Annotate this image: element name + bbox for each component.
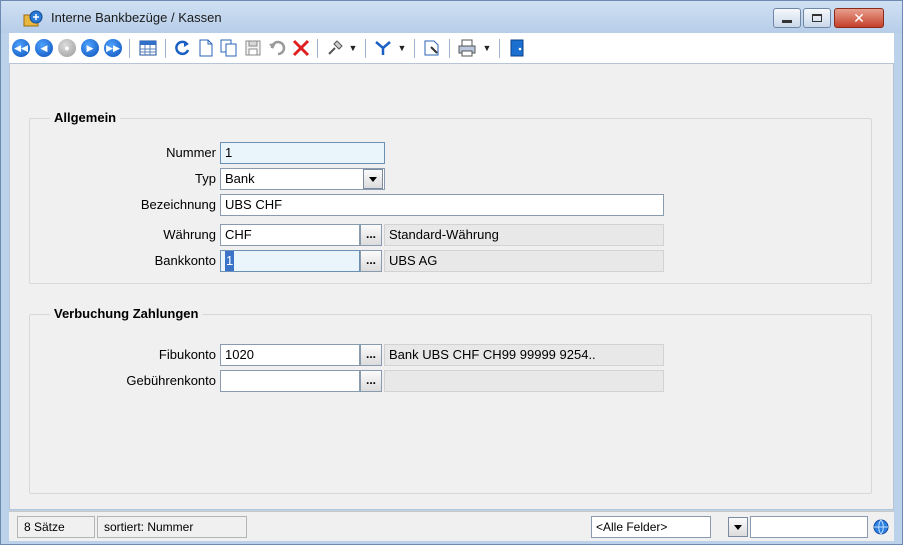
gebuehrenkonto-description [384,370,664,392]
search-button[interactable] [422,38,442,58]
chevron-down-icon: ▼ [482,43,492,53]
bezeichnung-label: Bezeichnung [140,197,216,212]
bankkonto-lookup-button[interactable]: ... [360,250,382,272]
delete-icon [292,39,310,57]
waehrung-label: Währung [163,227,216,242]
typ-dropdown-button[interactable] [363,169,383,189]
undo-icon [269,40,286,56]
previous-record-button[interactable]: ◀ [35,39,53,57]
minimize-icon [782,19,792,23]
bankkonto-label: Bankkonto [154,253,216,268]
sort-status: sortiert: Nummer [97,516,247,538]
next-record-button[interactable]: ▶ [81,39,99,57]
nummer-field[interactable]: 1 [220,142,385,164]
toolbar-separator [365,39,366,58]
print-icon [458,39,476,57]
gebuehrenkonto-lookup-button[interactable]: ... [360,370,382,392]
status-bar: 8 Sätze sortiert: Nummer <Alle Felder> [9,511,894,541]
waehrung-field[interactable]: CHF [220,224,360,246]
toolbar-separator [129,39,130,58]
field-filter-select[interactable]: <Alle Felder> [591,516,711,538]
neutral-record-button[interactable]: ● [58,39,76,57]
filter-icon [375,41,391,55]
minimize-button[interactable] [773,8,801,28]
delete-button[interactable] [290,38,312,58]
table-view-button[interactable] [137,38,159,58]
chevron-down-icon: ▼ [348,43,358,53]
field-filter-dropdown-button[interactable] [728,517,748,537]
close-icon: ✕ [853,10,865,26]
toolbar-separator [317,39,318,58]
filter-button[interactable] [373,38,393,58]
last-record-icon: ▶▶ [106,42,120,53]
table-view-icon [139,40,157,56]
waehrung-description: Standard-Währung [384,224,664,246]
fibukonto-field[interactable]: 1020 [220,344,360,366]
print-dropdown[interactable]: ▼ [480,38,494,58]
chevron-down-icon [369,176,377,182]
chevron-down-icon: ▼ [397,43,407,53]
pin-icon [328,40,343,55]
search-icon [424,40,439,56]
window: Interne Bankbezüge / Kassen ✕ ◀◀ ◀ ● ▶ ▶… [0,0,903,545]
group-verbuchung: Verbuchung Zahlungen [29,306,872,494]
window-title: Interne Bankbezüge / Kassen [51,10,222,25]
pin-dropdown[interactable]: ▼ [346,38,360,58]
bezeichnung-field[interactable]: UBS CHF [220,194,664,216]
group-title-allgemein: Allgemein [50,110,121,125]
title-bar[interactable]: Interne Bankbezüge / Kassen ✕ [1,1,902,33]
refresh-button[interactable] [171,38,193,58]
record-count: 8 Sätze [17,516,95,538]
save-button[interactable] [242,38,264,58]
chevron-down-icon [734,524,742,530]
undo-button[interactable] [266,38,288,58]
typ-label: Typ [195,171,216,186]
refresh-icon [175,40,190,56]
pin-button[interactable] [325,38,345,58]
bankkonto-field[interactable]: 1 [220,250,360,272]
toolbar: ◀◀ ◀ ● ▶ ▶▶ ▼ ▼ ▼ [9,33,894,63]
copy-record-button[interactable] [218,38,240,58]
previous-record-icon: ◀ [40,42,48,53]
new-record-button[interactable] [195,38,217,58]
first-record-icon: ◀◀ [14,42,28,53]
waehrung-lookup-button[interactable]: ... [360,224,382,246]
typ-value: Bank [225,171,255,186]
quick-search-input[interactable] [750,516,868,538]
toolbar-separator [499,39,500,58]
filter-dropdown[interactable]: ▼ [395,38,409,58]
bank-app-icon [23,10,43,27]
next-record-icon: ▶ [86,42,94,53]
neutral-record-icon: ● [64,43,70,53]
maximize-button[interactable] [803,8,831,28]
field-filter-value: <Alle Felder> [596,520,668,534]
form-area: Allgemein Nummer 1 Typ Bank Bezeichnung … [9,63,894,510]
gebuehrenkonto-field[interactable] [220,370,360,392]
new-record-icon [199,39,213,57]
print-button[interactable] [456,38,478,58]
last-record-button[interactable]: ▶▶ [104,39,122,57]
toolbar-separator [414,39,415,58]
toolbar-separator [165,39,166,58]
quick-search-button[interactable] [872,518,890,536]
group-title-verbuchung: Verbuchung Zahlungen [50,306,203,321]
gebuehrenkonto-label: Gebührenkonto [126,373,216,388]
exit-icon [510,39,524,57]
fibukonto-label: Fibukonto [158,347,216,362]
close-button[interactable]: ✕ [834,8,884,28]
bankkonto-description: UBS AG [384,250,664,272]
first-record-button[interactable]: ◀◀ [12,39,30,57]
save-icon [245,40,261,56]
fibukonto-description: Bank UBS CHF CH99 99999 9254.. [384,344,664,366]
toolbar-separator [449,39,450,58]
exit-button[interactable] [507,38,527,58]
fibukonto-lookup-button[interactable]: ... [360,344,382,366]
typ-select[interactable]: Bank [220,168,385,190]
bankkonto-value: 1 [225,251,235,271]
maximize-icon [812,14,822,22]
globe-search-icon [873,519,889,535]
nummer-label: Nummer [166,145,216,160]
copy-record-icon [220,39,237,57]
